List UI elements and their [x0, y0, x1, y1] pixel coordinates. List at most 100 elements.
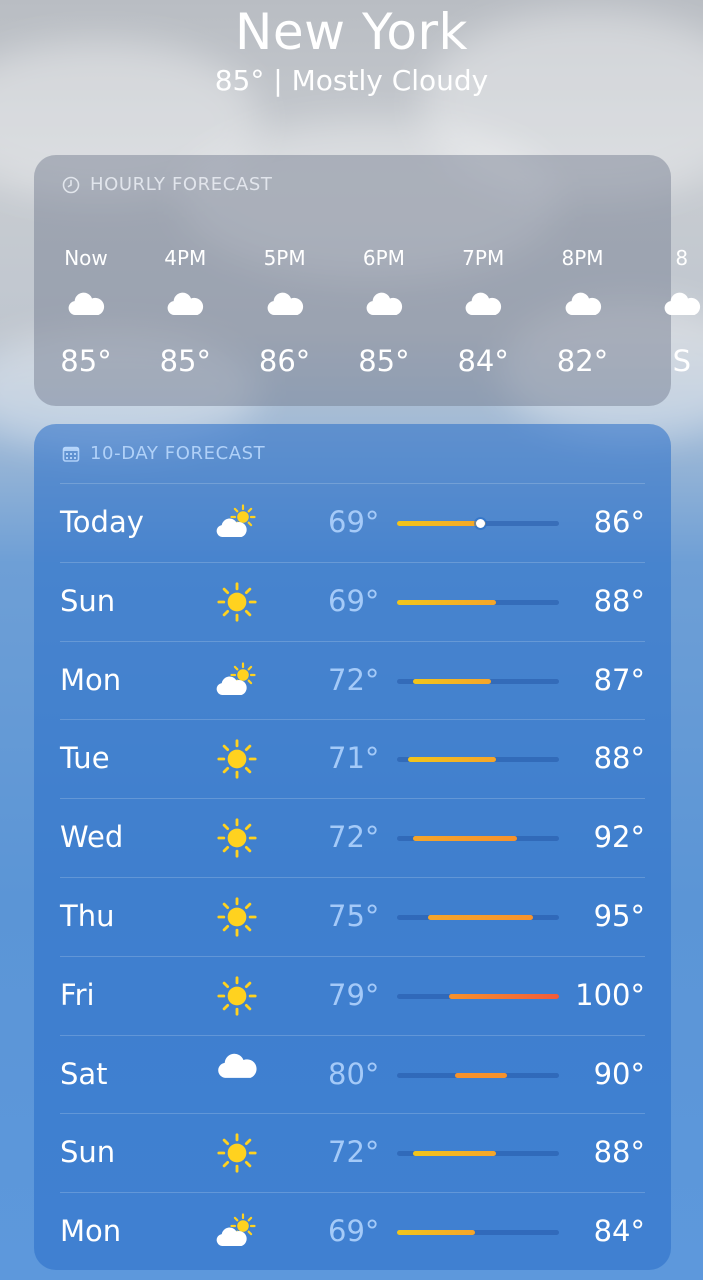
forecast-day-row[interactable]: Sun 69° 88°: [60, 561, 645, 641]
temperature-range-bar: [397, 757, 559, 763]
hourly-strip[interactable]: Now 85° 4PM 85° 5PM 86° 6PM 85° 7PM 84° …: [34, 244, 700, 384]
high-temp: 84°: [593, 1214, 645, 1249]
hourly-temp: 85°: [358, 344, 410, 378]
hourly-temp: 86°: [258, 344, 311, 378]
temperature-range-bar: [397, 1072, 559, 1078]
forecast-day-row[interactable]: Mon 69° 84°: [60, 1192, 645, 1271]
hourly-time: 5PM: [263, 246, 306, 270]
low-temp: 69°: [328, 583, 380, 618]
row-divider: [60, 798, 645, 800]
forecast-day-row[interactable]: Fri 79° 100°: [60, 955, 645, 1035]
temperature-range-fill: [428, 915, 533, 920]
sun-icon: [215, 816, 259, 864]
cloud-icon: [215, 1053, 259, 1084]
temperature-range-bar: [397, 915, 559, 920]
temperature-range-bar: [397, 1230, 559, 1236]
temperature-range-fill: [397, 521, 486, 526]
current-conditions: 85° | Mostly Cloudy: [214, 64, 489, 97]
row-divider: [60, 719, 645, 721]
row-divider: [60, 561, 645, 563]
low-temp: 72°: [328, 820, 380, 855]
forecast-day-row[interactable]: Wed 72° 92°: [60, 798, 645, 877]
sun-icon: [215, 580, 259, 628]
high-temp: 100°: [575, 977, 645, 1012]
day-label: Today: [60, 505, 144, 539]
hourly-temp: 84°: [457, 344, 509, 378]
hourly-temp: 85°: [60, 344, 112, 378]
forecast-day-row[interactable]: Tue 71° 88°: [60, 719, 645, 798]
partly-cloudy-icon: [215, 1210, 259, 1258]
temperature-range-fill: [412, 1151, 497, 1157]
city-name: New York: [235, 3, 468, 61]
day-label: Tue: [60, 741, 110, 776]
forecast-day-row[interactable]: Sat 80° 90°: [60, 1034, 645, 1114]
temperature-range-fill: [397, 599, 497, 605]
day-label: Fri: [60, 977, 95, 1012]
temperature-range-fill: [412, 678, 492, 684]
forecast-day-row[interactable]: Mon 72° 87°: [60, 640, 645, 720]
location-header: New York 85° | Mostly Cloudy: [0, 0, 703, 98]
hourly-temp: S: [672, 344, 691, 378]
sun-icon: [215, 1131, 259, 1179]
forecast-day-row[interactable]: Thu 75° 95°: [60, 877, 645, 956]
cloud-icon: [364, 292, 404, 321]
temperature-range-bar: [397, 599, 559, 605]
day-label: Mon: [60, 662, 122, 697]
high-temp: 87°: [593, 662, 645, 697]
day-label: Sun: [60, 1135, 116, 1170]
hourly-temp: 85°: [159, 344, 211, 378]
cloud-icon: [265, 292, 305, 321]
row-divider: [60, 955, 645, 957]
temperature-range-bar: [397, 1151, 559, 1157]
temperature-range-bar: [397, 836, 559, 842]
forecast-day-row[interactable]: Today 69° 86°: [60, 483, 645, 562]
day-label: Sun: [60, 583, 116, 618]
partly-cloudy-icon: [215, 501, 259, 549]
day-label: Wed: [60, 820, 124, 855]
low-temp: 72°: [328, 662, 380, 697]
day-label: Mon: [60, 1214, 122, 1249]
row-divider: [60, 483, 645, 484]
low-temp: 79°: [328, 977, 380, 1012]
row-divider: [60, 1113, 645, 1115]
current-temp-indicator: [476, 519, 486, 528]
temperature-range-bar: [397, 519, 559, 528]
low-temp: 71°: [328, 741, 380, 776]
temperature-range-bar: [397, 993, 559, 999]
cloud-icon: [66, 292, 106, 321]
cloud-icon: [563, 292, 603, 321]
ten-day-forecast-title: 10-DAY FORECAST: [62, 443, 265, 464]
sun-icon: [215, 895, 259, 943]
low-temp: 69°: [328, 505, 380, 539]
day-label: Sat: [60, 1056, 108, 1091]
cloud-icon: [165, 292, 205, 321]
hourly-time: 4PM: [164, 246, 207, 270]
high-temp: 88°: [593, 583, 645, 618]
calendar-icon: [62, 446, 80, 462]
low-temp: 80°: [328, 1056, 380, 1091]
day-label: Thu: [60, 899, 115, 933]
cloud-icon: [662, 292, 702, 321]
row-divider: [60, 1192, 645, 1194]
partly-cloudy-icon: [215, 659, 259, 707]
low-temp: 75°: [328, 899, 380, 933]
hourly-title-label: HOURLY FORECAST: [90, 174, 273, 195]
hourly-time: 8: [675, 246, 689, 270]
hourly-time: Now: [64, 246, 108, 270]
low-temp: 69°: [328, 1214, 380, 1249]
row-divider: [60, 640, 645, 642]
sun-icon: [215, 974, 259, 1022]
temperature-range-fill: [407, 757, 497, 763]
hourly-time: 8PM: [561, 246, 604, 270]
high-temp: 95°: [593, 899, 645, 933]
temperature-range-fill: [454, 1072, 507, 1078]
ten-day-title-label: 10-DAY FORECAST: [90, 443, 266, 464]
temperature-range-bar: [397, 678, 559, 684]
hourly-time: 7PM: [462, 246, 505, 270]
low-temp: 72°: [328, 1135, 380, 1170]
high-temp: 88°: [593, 1135, 645, 1170]
hourly-time: 6PM: [362, 246, 405, 270]
high-temp: 92°: [593, 820, 645, 855]
temperature-range-fill: [449, 993, 559, 999]
forecast-day-row[interactable]: Sun 72° 88°: [60, 1113, 645, 1192]
